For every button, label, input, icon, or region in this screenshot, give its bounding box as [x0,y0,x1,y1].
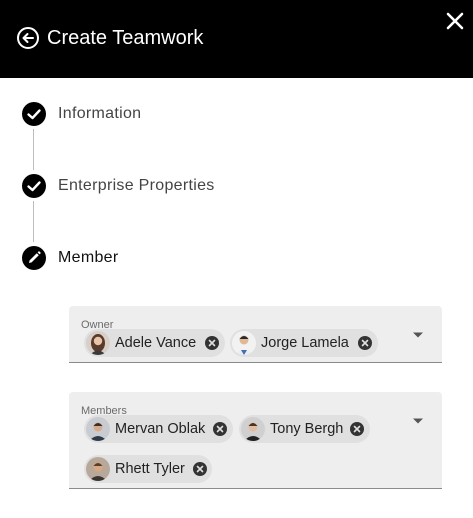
step-label: Information [58,105,142,122]
member-chip[interactable]: Rhett Tyler [84,455,212,483]
chip-label: Mervan Oblak [115,421,206,437]
members-field[interactable]: Members Mervan Oblak Tony Bergh Rhett Ty… [69,392,442,489]
owner-field[interactable]: Owner Adele Vance Jorge Lamela [69,306,442,363]
avatar [86,417,110,441]
pencil-icon [22,246,46,270]
owner-chip[interactable]: Jorge Lamela [230,329,378,357]
remove-chip-icon[interactable] [213,422,227,436]
dialog-title: Create Teamwork [47,27,204,49]
owner-chip[interactable]: Adele Vance [84,329,225,357]
remove-chip-icon[interactable] [193,462,207,476]
avatar [86,331,110,355]
dialog-header: Create Teamwork [0,0,473,78]
chevron-down-icon[interactable] [412,417,424,425]
back-arrow-icon[interactable] [16,26,40,50]
chip-label: Tony Bergh [270,421,344,437]
step-connector [33,201,34,242]
chip-label: Jorge Lamela [261,335,349,351]
chip-label: Adele Vance [115,335,197,351]
member-chip[interactable]: Mervan Oblak [84,415,233,443]
check-icon [22,102,46,126]
step-label: Member [58,249,119,266]
chip-label: Rhett Tyler [115,461,185,477]
step-connector [33,129,34,170]
remove-chip-icon[interactable] [205,336,219,350]
remove-chip-icon[interactable] [358,336,372,350]
avatar [86,457,110,481]
close-icon[interactable] [444,10,466,32]
avatar [232,331,256,355]
step-label: Enterprise Properties [58,177,215,194]
member-chip[interactable]: Tony Bergh [239,415,370,443]
avatar [241,417,265,441]
remove-chip-icon[interactable] [350,422,364,436]
check-icon [22,174,46,198]
chevron-down-icon[interactable] [412,331,424,339]
